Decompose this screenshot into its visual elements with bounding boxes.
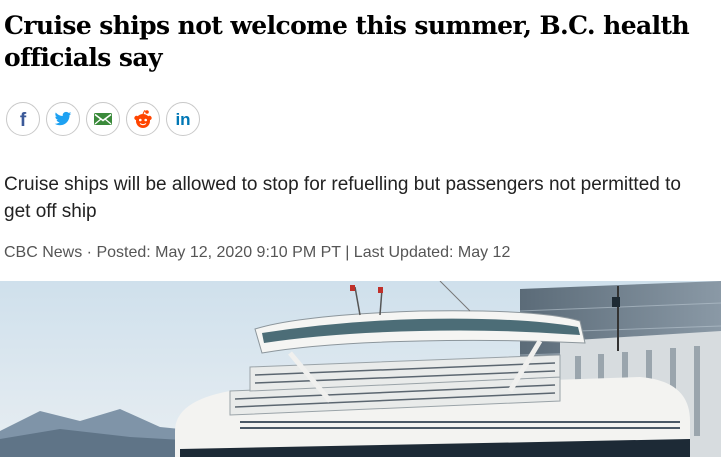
svg-text:in: in <box>175 110 190 129</box>
article-subheadline: Cruise ships will be allowed to stop for… <box>4 174 681 222</box>
posted-timestamp: Posted: May 12, 2020 9:10 PM PT <box>96 244 341 261</box>
hero-image <box>0 281 721 457</box>
share-buttons: f in <box>6 102 200 136</box>
cruise-ship-photo <box>0 281 721 457</box>
share-linkedin-button[interactable]: in <box>166 102 200 136</box>
svg-text:f: f <box>20 110 27 129</box>
article-headline: Cruise ships not welcome this summer, B.… <box>4 11 690 72</box>
byline-source-link[interactable]: CBC News <box>4 244 82 261</box>
share-facebook-button[interactable]: f <box>6 102 40 136</box>
share-email-button[interactable] <box>86 102 120 136</box>
reddit-icon <box>134 110 152 128</box>
email-icon <box>94 113 112 125</box>
byline-separator: · <box>82 244 97 261</box>
share-twitter-button[interactable] <box>46 102 80 136</box>
facebook-icon: f <box>20 110 27 129</box>
byline-divider: | <box>340 244 354 261</box>
updated-timestamp: Last Updated: May 12 <box>353 244 511 261</box>
article-byline: CBC News · Posted: May 12, 2020 9:10 PM … <box>4 243 510 263</box>
share-reddit-button[interactable] <box>126 102 160 136</box>
linkedin-icon: in <box>175 110 190 129</box>
twitter-icon <box>54 111 72 126</box>
